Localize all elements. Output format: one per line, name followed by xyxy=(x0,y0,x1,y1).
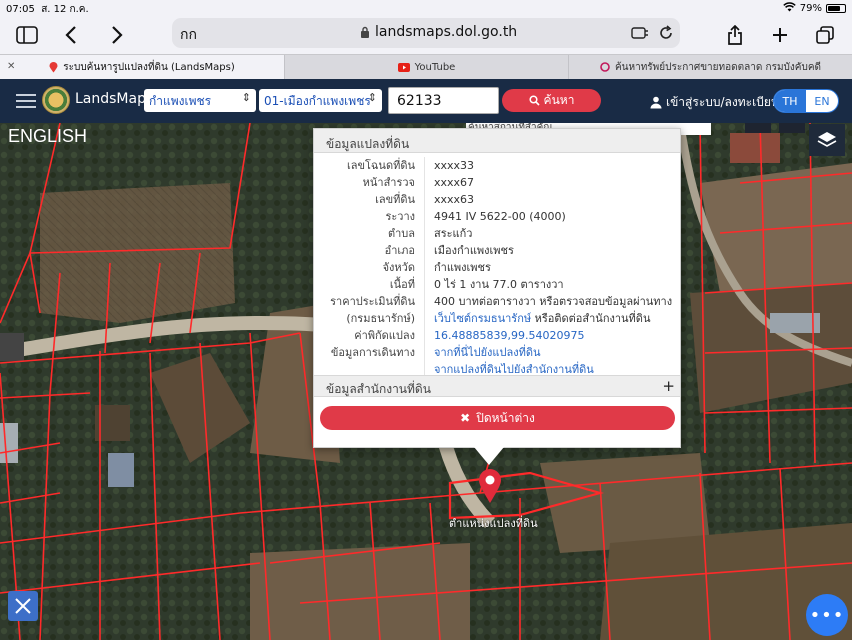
info-row-area: เนื้อที่ 0 ไร่ 1 งาน 77.0 ตารางวา xyxy=(314,276,680,293)
sidebar-toggle-icon[interactable] xyxy=(14,22,40,48)
text-size-button[interactable]: กก xyxy=(180,24,197,46)
search-icon xyxy=(528,95,540,106)
layers-button[interactable] xyxy=(809,124,845,156)
lang-en-button[interactable]: EN xyxy=(806,90,838,112)
pencil-ruler-icon xyxy=(15,598,31,614)
back-icon[interactable] xyxy=(58,22,84,48)
search-button[interactable]: ค้นหา xyxy=(502,89,601,112)
map-grid-button[interactable] xyxy=(779,123,805,133)
info-row-province: จังหวัด กำแพงเพชร xyxy=(314,259,680,276)
popup-caret xyxy=(474,447,504,465)
address-bar[interactable]: กก landsmaps.dol.go.th xyxy=(172,18,680,48)
dol-logo xyxy=(42,86,70,114)
new-tab-icon[interactable] xyxy=(767,22,793,48)
login-link[interactable]: เข้าสู่ระบบ/ลงทะเบียน xyxy=(650,93,779,112)
coordinates-link[interactable]: 16.48885839,99.54020975 xyxy=(424,327,680,344)
measure-tool-button[interactable] xyxy=(8,591,38,621)
treasury-suffix: หรือติดต่อสำนักงานที่ดิน xyxy=(531,312,651,325)
location-pin-icon xyxy=(49,61,58,72)
tab-youtube[interactable]: YouTube xyxy=(284,55,568,79)
expand-plus-icon[interactable]: + xyxy=(662,377,675,395)
brand-name: LandsMaps xyxy=(75,91,154,107)
battery-icon xyxy=(826,4,846,13)
share-icon[interactable] xyxy=(722,22,748,48)
info-row-coordinates: ค่าพิกัดแปลง 16.48885839,99.54020975 xyxy=(314,327,680,344)
pin-label: ตำแหน่งแปลงที่ดิน xyxy=(449,517,538,530)
province-select[interactable]: กำแพงเพชร ⇕ xyxy=(144,89,256,112)
info-row-land-number: เลขที่ดิน xxxx63 xyxy=(314,191,680,208)
lock-icon xyxy=(361,26,369,38)
popup-title: ข้อมูลแปลงที่ดิน xyxy=(314,129,680,153)
user-icon xyxy=(650,96,662,109)
chevron-updown-icon: ⇕ xyxy=(241,91,251,104)
site-favicon-icon xyxy=(600,62,610,72)
status-bar: 07:05 ส. 12 ก.ค. 79% xyxy=(0,0,852,16)
login-label: เข้าสู่ระบบ/ลงทะเบียน xyxy=(666,95,780,109)
info-row-treasury: (กรมธนารักษ์) เว็บไซต์กรมธนารักษ์ หรือติด… xyxy=(314,310,680,327)
province-select-value: กำแพงเพชร xyxy=(149,94,212,108)
language-toggle: TH EN xyxy=(773,89,839,113)
info-row-map-sheet: ระวาง 4941 IV 5622-00 (4000) xyxy=(314,208,680,225)
parcel-info-popup: ข้อมูลแปลงที่ดิน เลขโฉนดที่ดิน xxxx33 หน้… xyxy=(313,128,681,465)
tabs-overview-icon[interactable] xyxy=(812,22,838,48)
district-select-value: 01-เมืองกำแพงเพชร xyxy=(264,94,371,108)
info-row-appraised-price: ราคาประเมินที่ดิน 400 บาทต่อตารางวา หรือต… xyxy=(314,293,680,310)
parcel-number-input[interactable] xyxy=(388,87,499,114)
url-text: landsmaps.dol.go.th xyxy=(375,24,518,40)
info-row-travel: ข้อมูลการเดินทาง จากที่นี่ไปยังแปลงที่ดิน xyxy=(314,344,680,361)
info-row-deed-number: เลขโฉนดที่ดิน xxxx33 xyxy=(314,157,680,174)
status-time: 07:05 ส. 12 ก.ค. xyxy=(6,4,89,15)
search-button-label: ค้นหา xyxy=(543,93,575,107)
forward-icon[interactable] xyxy=(104,22,130,48)
info-row-subdistrict: ตำบล สระแก้ว xyxy=(314,225,680,242)
more-dots-icon: ••• xyxy=(809,604,845,626)
browser-toolbar: กก landsmaps.dol.go.th xyxy=(0,16,852,54)
map-tool-button[interactable] xyxy=(745,123,771,133)
site-header: LandsMaps กำแพงเพชร ⇕ 01-เมืองกำแพงเพชร … xyxy=(0,79,852,123)
close-window-button[interactable]: ✖ ปิดหน้าต่าง xyxy=(320,406,675,430)
map-pin-icon xyxy=(479,469,501,503)
info-row-survey-page: หน้าสำรวจ xxxx67 xyxy=(314,174,680,191)
wifi-icon xyxy=(783,2,796,15)
close-window-label: ปิดหน้าต่าง xyxy=(476,410,535,425)
parcel-location-pin[interactable] xyxy=(478,468,502,508)
translate-icon[interactable] xyxy=(630,23,650,43)
tab-title: YouTube xyxy=(414,61,456,73)
treasury-website-link[interactable]: เว็บไซต์กรมธนารักษ์ xyxy=(434,312,531,325)
english-label[interactable]: ENGLISH xyxy=(8,126,87,147)
land-office-section[interactable]: ข้อมูลสำนักงานที่ดิน + xyxy=(314,375,680,397)
reload-icon[interactable] xyxy=(656,23,676,43)
url-display[interactable]: landsmaps.dol.go.th xyxy=(360,24,517,40)
status-right: 79% xyxy=(783,2,846,15)
menu-icon[interactable] xyxy=(16,90,36,110)
directions-to-parcel-link[interactable]: จากที่นี่ไปยังแปลงที่ดิน xyxy=(424,344,680,361)
tab-title: ค้นหาทรัพย์ประกาศขายทอดตลาด กรมบังคับคดี xyxy=(614,61,822,73)
land-office-section-title: ข้อมูลสำนักงานที่ดิน xyxy=(326,382,431,396)
district-select[interactable]: 01-เมืองกำแพงเพชร ⇕ xyxy=(259,89,382,112)
more-options-button[interactable]: ••• xyxy=(806,594,848,636)
youtube-icon xyxy=(397,62,410,72)
tab-title: ระบบค้นหารูปแปลงที่ดิน (LandsMaps) xyxy=(63,61,235,73)
chevron-updown-icon: ⇕ xyxy=(367,91,377,104)
parcel-info-rows: เลขโฉนดที่ดิน xxxx33 หน้าสำรวจ xxxx67 เลขท… xyxy=(314,153,680,378)
battery-percent: 79% xyxy=(799,3,822,14)
tab-landsmaps[interactable]: ✕ ระบบค้นหารูปแปลงที่ดิน (LandsMaps) xyxy=(0,55,284,79)
info-row-district: อำเภอ เมืองกำแพงเพชร xyxy=(314,242,680,259)
close-icon: ✖ xyxy=(460,411,471,425)
tab-strip: ✕ ระบบค้นหารูปแปลงที่ดิน (LandsMaps) You… xyxy=(0,54,852,79)
lang-th-button[interactable]: TH xyxy=(774,90,806,112)
layers-icon xyxy=(817,132,837,147)
close-tab-icon[interactable]: ✕ xyxy=(7,61,15,72)
tab-auction[interactable]: ค้นหาทรัพย์ประกาศขายทอดตลาด กรมบังคับคดี xyxy=(568,55,852,79)
